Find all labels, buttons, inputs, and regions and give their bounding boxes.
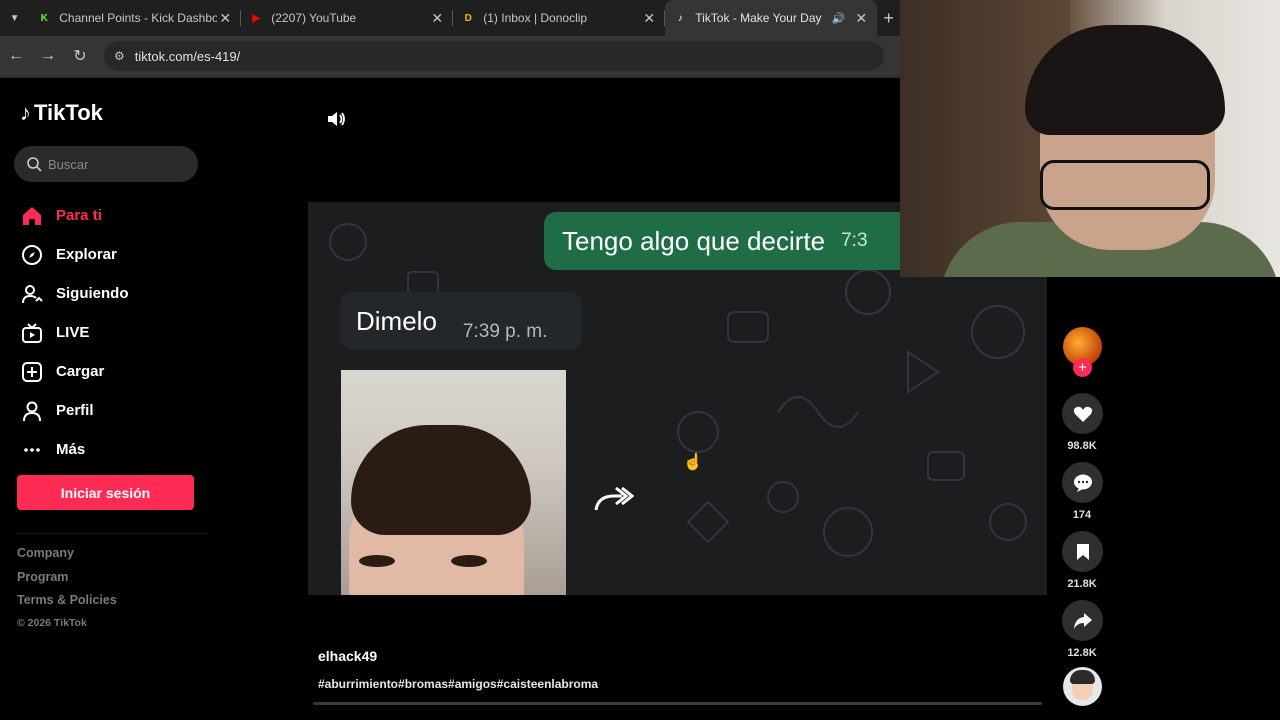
sidebar-item-label: Perfil: [56, 402, 94, 419]
share-count: 12.8K: [1067, 647, 1097, 659]
like-button[interactable]: [1062, 393, 1103, 434]
comment-count: 174: [1072, 509, 1092, 521]
donoclip-icon: D: [464, 12, 472, 24]
browser-tab-bar: ▼ K Channel Points - Kick Dashboar ✕ ▶ (2207…: [0, 0, 900, 36]
tab-title: (1) Inbox | Donoclip: [483, 11, 588, 25]
share-icon: [1073, 612, 1092, 629]
search-input[interactable]: Buscar: [14, 146, 198, 182]
sidebar-item-siguiendo[interactable]: Siguiendo: [18, 274, 129, 313]
login-button[interactable]: Iniciar sesión: [17, 475, 194, 510]
outgoing-message-text: Tengo algo que decirte: [562, 225, 826, 256]
sidebar-item-label: LIVE: [56, 324, 90, 341]
outgoing-message: Tengo algo que decirte 7:3: [544, 212, 944, 270]
incoming-message-text: Dimelo: [356, 305, 437, 336]
comment-button[interactable]: [1062, 462, 1103, 503]
webcam-overlay: [900, 0, 1280, 277]
hand-cursor-icon: ☝: [683, 454, 703, 471]
video-progress-bar[interactable]: [313, 702, 1042, 705]
sidebar-item-label: Cargar: [56, 363, 105, 380]
tab-close-icon[interactable]: ✕: [217, 10, 233, 27]
browser-toolbar: ← → ↻ ⚙ tiktok.com/es-419/: [0, 36, 900, 76]
search-icon: [27, 157, 42, 172]
footer-link-terms[interactable]: Terms & Policies: [17, 593, 117, 617]
sidebar-item-label: Para ti: [56, 207, 102, 224]
sidebar-item-mas[interactable]: Más: [18, 430, 129, 469]
footer-link-program[interactable]: Program: [17, 570, 117, 594]
sidebar-divider: [17, 533, 207, 534]
comment-icon: [1073, 474, 1092, 492]
tab-strip: K Channel Points - Kick Dashboar ✕ ▶ (2207) …: [29, 0, 878, 36]
tab-audio-icon[interactable]: 🔊: [832, 12, 846, 25]
logo-text: TikTok: [34, 100, 103, 125]
sidebar: ♪ TikTok Buscar Para ti Explorar Siguiendo…: [0, 78, 210, 720]
sidebar-item-explorar[interactable]: Explorar: [18, 235, 129, 274]
music-disc-avatar[interactable]: [1063, 667, 1102, 706]
browser-tab[interactable]: K Channel Points - Kick Dashboar ✕: [29, 0, 242, 36]
url-text: tiktok.com/es-419/: [134, 48, 241, 64]
home-icon: [18, 204, 46, 228]
tiktok-note-icon: ♪: [20, 100, 31, 125]
tab-title: (2207) YouTube: [271, 11, 357, 25]
heart-icon: [1073, 406, 1092, 422]
volume-icon[interactable]: [325, 108, 347, 130]
tab-close-icon[interactable]: ✕: [429, 10, 445, 27]
like-count: 98.8K: [1067, 440, 1097, 452]
kick-icon: K: [40, 12, 48, 24]
browser-tab[interactable]: ▶ (2207) YouTube ✕: [241, 0, 454, 36]
follow-plus-icon[interactable]: +: [1073, 358, 1092, 377]
profile-icon: [18, 399, 46, 423]
tab-title: Channel Points - Kick Dashboar: [59, 11, 218, 25]
sidebar-item-cargar[interactable]: Cargar: [18, 352, 129, 391]
new-tab-button[interactable]: +: [877, 8, 900, 29]
sidebar-item-label: Siguiendo: [56, 285, 129, 302]
youtube-icon: ▶: [252, 12, 261, 24]
outgoing-message-time: 7:3: [841, 230, 868, 251]
compass-icon: [18, 243, 46, 267]
following-icon: [18, 282, 46, 306]
live-icon: [18, 321, 46, 345]
footer-link-company[interactable]: Company: [17, 546, 117, 570]
sidebar-item-para-ti[interactable]: Para ti: [18, 196, 129, 235]
search-placeholder: Buscar: [48, 156, 89, 172]
address-bar[interactable]: ⚙ tiktok.com/es-419/: [104, 41, 884, 71]
sidebar-nav: Para ti Explorar Siguiendo LIVE Cargar Perfil…: [18, 196, 129, 469]
post-hashtags[interactable]: #aburrimiento#bromas#amigos#caisteenlabr…: [318, 677, 598, 691]
site-settings-icon[interactable]: ⚙: [114, 49, 125, 63]
tiktok-icon: ♪: [677, 12, 683, 24]
browser-tab[interactable]: ♪ TikTok - Make Your Day 🔊 ✕: [665, 0, 878, 36]
sidebar-footer: Company Program Terms & Policies © 2026 …: [17, 546, 117, 640]
tiktok-logo[interactable]: ♪ TikTok: [20, 100, 103, 126]
incoming-message-time: 7:39 p. m.: [462, 321, 548, 342]
post-username[interactable]: elhack49: [318, 648, 377, 664]
sidebar-item-perfil[interactable]: Perfil: [18, 391, 129, 430]
save-count: 21.8K: [1067, 578, 1097, 590]
share-button[interactable]: [1062, 600, 1103, 641]
copyright: © 2026 TikTok: [17, 616, 87, 629]
upload-icon: [18, 360, 46, 384]
sidebar-item-label: Explorar: [56, 246, 117, 263]
browser-tab[interactable]: D (1) Inbox | Donoclip ✕: [453, 0, 666, 36]
sidebar-item-label: Más: [56, 441, 86, 458]
reload-button[interactable]: ↻: [64, 46, 96, 66]
photo-message: [341, 370, 566, 595]
tab-search-chevron-icon[interactable]: ▼: [0, 0, 29, 36]
tab-close-icon[interactable]: ✕: [641, 10, 657, 27]
incoming-message: Dimelo 7:39 p. m.: [340, 292, 582, 350]
forward-icon: [594, 486, 634, 511]
save-button[interactable]: [1062, 531, 1103, 572]
bookmark-icon: [1076, 543, 1089, 560]
back-button[interactable]: ←: [0, 47, 32, 65]
tab-close-icon[interactable]: ✕: [853, 10, 869, 27]
sidebar-item-live[interactable]: LIVE: [18, 313, 129, 352]
more-icon: [18, 438, 46, 462]
tab-title: TikTok - Make Your Day: [695, 11, 822, 25]
forward-button[interactable]: →: [32, 47, 64, 65]
